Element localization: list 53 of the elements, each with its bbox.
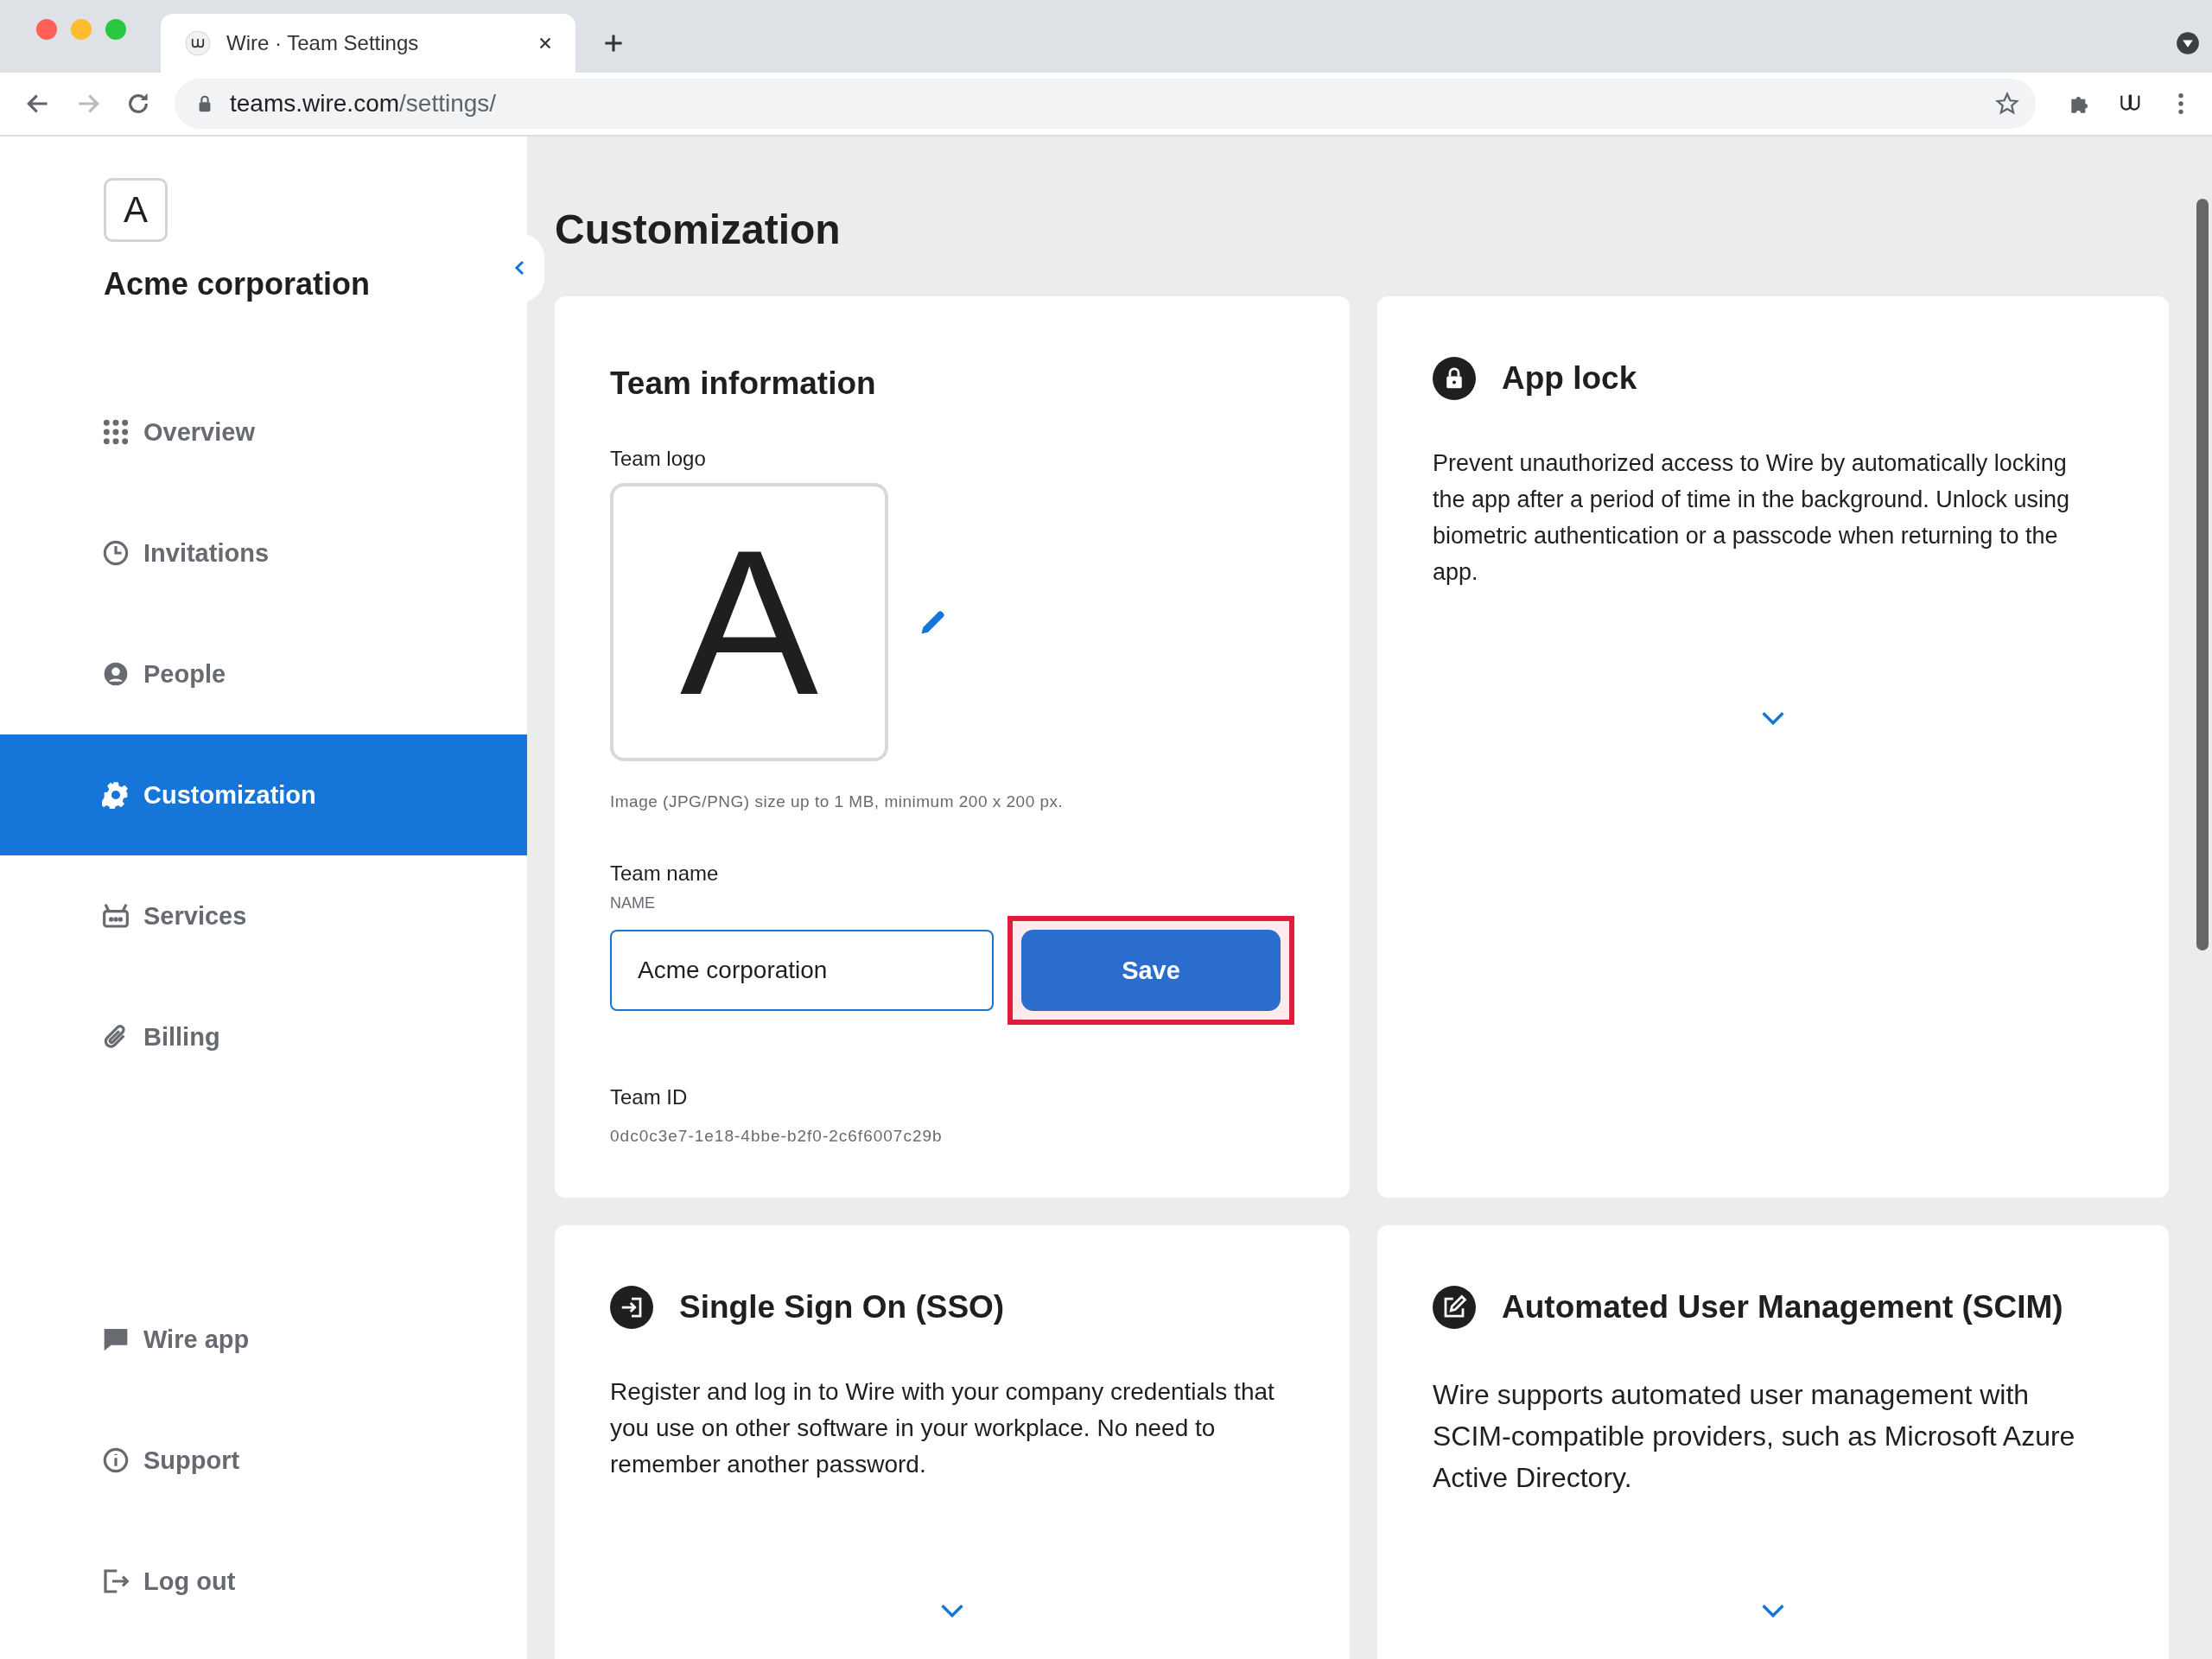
logout-icon (102, 1567, 130, 1595)
browser-tab[interactable]: Wire · Team Settings (161, 14, 575, 73)
page-title: Customization (555, 206, 842, 253)
card-title: Single Sign On (SSO) (679, 1289, 1005, 1325)
info-icon (102, 1446, 130, 1474)
logo-hint: Image (JPG/PNG) size up to 1 MB, minimum 200 x 200 px. (610, 792, 1065, 811)
sidebar-item[interactable]: Services (0, 855, 527, 976)
sidebar-item[interactable]: People (0, 613, 527, 734)
edit-icon (1433, 1286, 1476, 1329)
sidebar-item[interactable]: Wire app (0, 1279, 527, 1400)
sign-in-icon (610, 1286, 653, 1329)
card-title: App lock (1502, 360, 1637, 397)
sidebar-item[interactable]: Customization (0, 734, 527, 855)
grid-icon (102, 418, 130, 446)
chevron-down-icon[interactable] (940, 1604, 964, 1618)
card-description: Wire supports automated user management with SCIM-compatible providers, such as Microsoft Azure Active Directory. (1433, 1378, 2076, 1495)
sidebar-item[interactable]: Support (0, 1400, 527, 1521)
favicon-icon (185, 30, 211, 56)
chevron-down-icon[interactable] (1761, 711, 1785, 725)
card-description: Register and log in to Wire with your company credentials that you use on other software in your workplace. No need to remember another password. (610, 1377, 1275, 1479)
star-icon[interactable] (1994, 91, 2020, 117)
clock-icon (102, 539, 130, 567)
dropdown-icon[interactable] (2176, 31, 2200, 55)
settings-icon (102, 781, 130, 809)
sidebar-item[interactable]: Billing (0, 976, 527, 1097)
address-bar[interactable]: teams.wire.com/settings/ (175, 79, 2036, 129)
person-icon (102, 660, 130, 688)
url-host: teams.wire.com (230, 90, 400, 117)
sidebar-item[interactable]: Log out (0, 1521, 527, 1642)
field-caption: NAME (610, 894, 656, 912)
team-name-field[interactable]: Acme corporation (610, 930, 994, 1011)
scrollbar-thumb[interactable] (2196, 199, 2209, 950)
field-label: Team logo (610, 447, 707, 471)
sidebar-item[interactable]: Overview (0, 372, 527, 493)
robot-icon (102, 902, 130, 930)
field-label: Team ID (610, 1085, 689, 1109)
chevron-down-icon[interactable] (1761, 1604, 1785, 1618)
save-button[interactable]: Save (1021, 930, 1281, 1011)
card-description: Prevent unauthorized access to Wire by automatically locking the app after a period of time in the background. Unlock using biometric authentication or a passcode when returning to the app. (1433, 449, 2070, 587)
team-logo: A (104, 178, 168, 242)
url-path: /settings/ (399, 90, 497, 117)
card-title: Team information (610, 365, 877, 402)
card-title: Automated User Management (SCIM) (1502, 1289, 2063, 1325)
plus-icon[interactable] (603, 33, 624, 54)
team-name: Acme corporation (104, 266, 371, 302)
sidebar-item[interactable]: Invitations (0, 493, 527, 613)
lock-icon (1433, 357, 1476, 400)
team-logo-preview: A (610, 483, 888, 761)
tab-title: Wire · Team Settings (226, 31, 420, 55)
team-id: 0dc0c3e7-1e18-4bbe-b2f0-2c6f6007c29b (610, 1127, 944, 1146)
field-label: Team name (610, 861, 720, 886)
close-window-button[interactable] (36, 19, 57, 40)
close-icon[interactable] (537, 35, 553, 51)
